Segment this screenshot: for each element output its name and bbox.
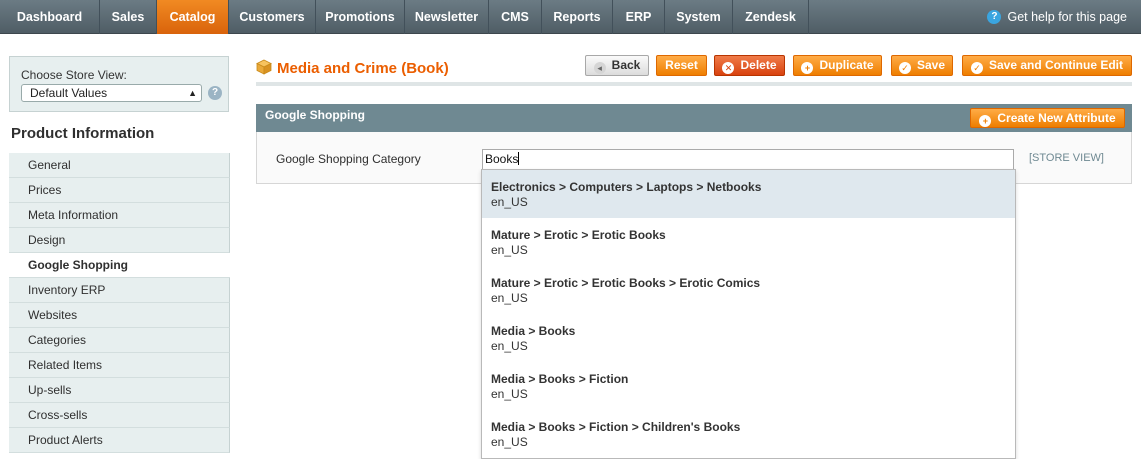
reset-button-label: Reset	[665, 58, 698, 72]
help-link[interactable]: ? Get help for this page	[987, 0, 1127, 34]
scope-label: [STORE VIEW]	[1029, 152, 1104, 164]
suggestion-locale: en_US	[491, 243, 528, 257]
suggestion-path: Mature > Erotic > Erotic Books > Erotic …	[491, 276, 761, 290]
plus-icon: +	[801, 62, 814, 74]
suggestion-item[interactable]: Mature > Erotic > Erotic Books en_US	[482, 218, 1015, 266]
help-icon: ?	[987, 10, 1002, 24]
title-divider	[256, 82, 1132, 86]
top-navigation: Dashboard Sales Catalog Customers Promot…	[0, 0, 1141, 34]
back-arrow-icon: ◂	[593, 62, 606, 74]
checkmark-icon: ✓	[970, 62, 983, 74]
suggestion-path: Electronics > Computers > Laptops > Netb…	[491, 180, 762, 194]
nav-customers[interactable]: Customers	[229, 0, 316, 34]
delete-x-icon: ✕	[722, 62, 735, 74]
save-button-label: Save	[916, 58, 946, 72]
sidebar-item-related-items[interactable]: Related Items	[9, 353, 230, 378]
plus-icon: +	[979, 115, 992, 127]
store-view-select[interactable]: Default Values ▲	[21, 84, 202, 102]
nav-sales[interactable]: Sales	[100, 0, 157, 34]
sidebar-item-up-sells[interactable]: Up-sells	[9, 378, 230, 403]
suggestion-locale: en_US	[491, 339, 528, 353]
suggestion-item[interactable]: Media > Books en_US	[482, 314, 1015, 362]
page-title: Media and Crime (Book)	[277, 60, 449, 77]
nav-system[interactable]: System	[665, 0, 733, 34]
product-box-icon	[256, 59, 272, 75]
duplicate-button[interactable]: + Duplicate	[793, 55, 882, 76]
nav-reports[interactable]: Reports	[542, 0, 613, 34]
sidebar-item-design[interactable]: Design	[9, 228, 230, 253]
suggestion-path: Mature > Erotic > Erotic Books	[491, 228, 666, 242]
suggestion-path: Media > Books	[491, 324, 576, 338]
store-help-icon[interactable]: ?	[208, 86, 222, 100]
back-button[interactable]: ◂ Back	[585, 55, 649, 76]
create-attribute-button-label: Create New Attribute	[997, 111, 1116, 125]
nav-zendesk[interactable]: Zendesk	[733, 0, 809, 34]
save-continue-button-label: Save and Continue Edit	[988, 58, 1123, 72]
suggestion-locale: en_US	[491, 435, 528, 449]
category-input[interactable]: Books	[482, 149, 1014, 170]
store-view-value: Default Values	[30, 86, 108, 100]
text-caret	[518, 152, 520, 165]
category-input-value: Books	[485, 152, 519, 166]
product-information-title: Product Information	[9, 114, 229, 154]
nav-newsletter[interactable]: Newsletter	[405, 0, 489, 34]
reset-button[interactable]: Reset	[656, 55, 707, 76]
sidebar-item-inventory-erp[interactable]: Inventory ERP	[9, 278, 230, 303]
sidebar-item-google-shopping[interactable]: Google Shopping	[9, 253, 230, 278]
nav-cms[interactable]: CMS	[489, 0, 542, 34]
sidebar-item-cross-sells[interactable]: Cross-sells	[9, 403, 230, 428]
suggestion-locale: en_US	[491, 387, 528, 401]
nav-erp[interactable]: ERP	[613, 0, 665, 34]
category-field-label: Google Shopping Category	[276, 152, 421, 166]
category-suggestions: Electronics > Computers > Laptops > Netb…	[481, 169, 1016, 459]
suggestion-path: Media > Books > Fiction > Children's Boo…	[491, 420, 741, 434]
delete-button-label: Delete	[740, 58, 777, 72]
sidebar-item-product-alerts[interactable]: Product Alerts	[9, 428, 230, 453]
sidebar-item-websites[interactable]: Websites	[9, 303, 230, 328]
nav-promotions[interactable]: Promotions	[316, 0, 405, 34]
nav-catalog[interactable]: Catalog	[157, 0, 229, 34]
sidebar-item-meta-information[interactable]: Meta Information	[9, 203, 230, 228]
suggestion-item[interactable]: Media > Books > Fiction en_US	[482, 362, 1015, 410]
product-tabs: General Prices Meta Information Design G…	[9, 153, 230, 453]
nav-dashboard[interactable]: Dashboard	[0, 0, 100, 34]
sidebar-item-prices[interactable]: Prices	[9, 178, 230, 203]
section-title: Google Shopping	[265, 108, 365, 122]
store-switcher-label: Choose Store View:	[21, 68, 127, 82]
suggestion-item[interactable]: Media > Books > Fiction > Children's Boo…	[482, 410, 1015, 458]
save-continue-button[interactable]: ✓ Save and Continue Edit	[962, 55, 1132, 76]
delete-button[interactable]: ✕ Delete	[714, 55, 785, 76]
suggestion-locale: en_US	[491, 195, 528, 209]
store-switcher: Choose Store View: Default Values ▲ ?	[9, 56, 229, 112]
suggestion-locale: en_US	[491, 291, 528, 305]
back-button-label: Back	[611, 58, 641, 72]
select-arrows-icon: ▲	[188, 88, 197, 98]
checkmark-icon: ✓	[898, 62, 911, 74]
help-link-label: Get help for this page	[1007, 10, 1127, 24]
sidebar-item-general[interactable]: General	[9, 153, 230, 178]
suggestion-path: Media > Books > Fiction	[491, 372, 629, 386]
duplicate-button-label: Duplicate	[819, 58, 874, 72]
save-button[interactable]: ✓ Save	[891, 55, 953, 76]
suggestion-item[interactable]: Mature > Erotic > Erotic Books > Erotic …	[482, 266, 1015, 314]
create-attribute-button[interactable]: + Create New Attribute	[970, 108, 1125, 128]
sidebar-item-categories[interactable]: Categories	[9, 328, 230, 353]
suggestion-item[interactable]: Electronics > Computers > Laptops > Netb…	[482, 170, 1015, 218]
